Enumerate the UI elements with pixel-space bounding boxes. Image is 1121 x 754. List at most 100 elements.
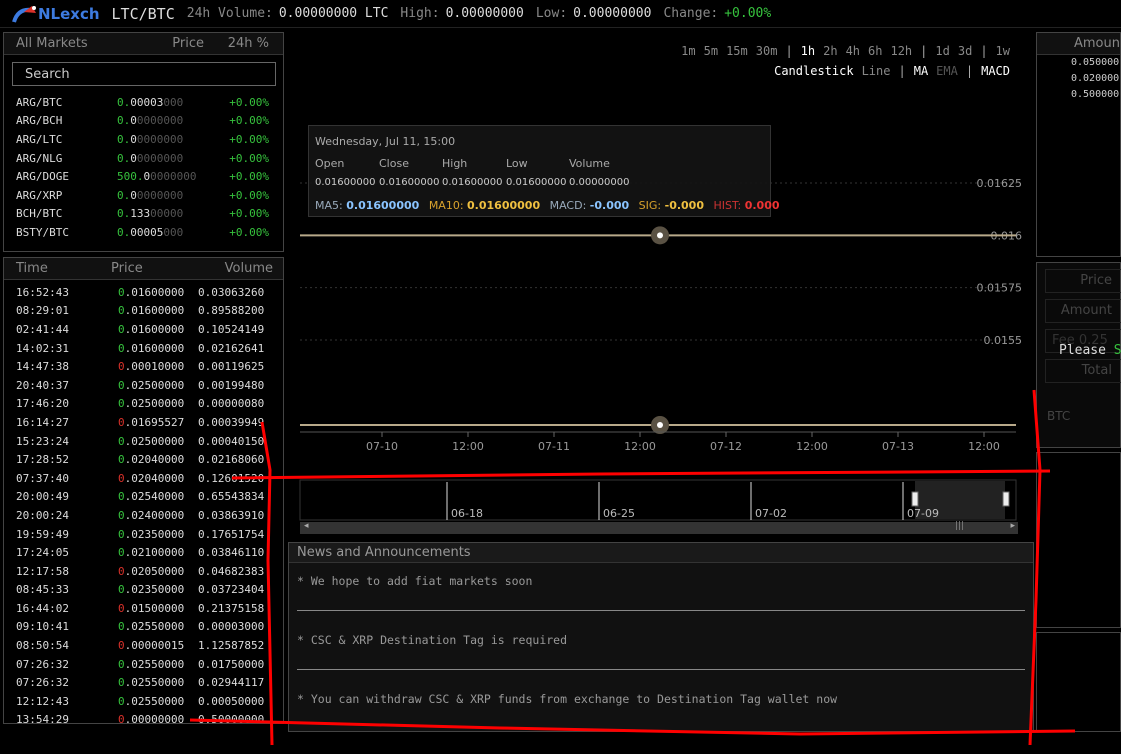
trade-row: 17:24:05 0.02100000 0.03846110	[4, 543, 283, 562]
low-value: 0.00000000	[573, 6, 652, 21]
scroll-right-icon[interactable]: ▸	[1010, 521, 1015, 531]
price-chart[interactable]: 0.01625 0.016 0.01575 0.0155 07-10 12:00 07-11…	[290, 32, 1030, 537]
trade-time: 02:41:44	[16, 322, 69, 336]
period-1h[interactable]: 1h	[801, 44, 815, 58]
y-tick-label: 0.01575	[977, 282, 1023, 295]
trade-price: 0.00000000	[118, 713, 185, 724]
indicator-dot	[657, 422, 663, 428]
trade-row: 12:12:43 0.02550000 0.00050000	[4, 692, 283, 711]
trade-time: 17:24:05	[16, 546, 69, 560]
x-tick-label: 12:00	[624, 440, 656, 453]
ma10-label: MA10:	[428, 199, 464, 212]
logo-icon	[12, 5, 36, 23]
low-label: Low:	[535, 6, 568, 21]
y-tick-label: 0.01625	[977, 177, 1023, 190]
period-2h[interactable]: 2h	[823, 44, 837, 58]
trade-row: 17:28:52 0.02040000 0.02168060	[4, 450, 283, 469]
trade-row: 19:59:49 0.02350000 0.17651754	[4, 525, 283, 544]
market-row[interactable]: ARG/BCH 0.00000000 +0.00%	[4, 112, 283, 131]
period-6h[interactable]: 6h	[868, 44, 882, 58]
logo[interactable]: NLexch	[10, 4, 100, 24]
x-tick-label: 07-12	[710, 440, 742, 453]
indicator-macd[interactable]: MACD	[981, 64, 1010, 78]
period-1m[interactable]: 1m	[681, 44, 695, 58]
trade-volume: 0.17651754	[198, 527, 265, 541]
trade-time: 08:45:33	[16, 583, 69, 597]
indicator-line[interactable]: Line	[862, 64, 891, 78]
divider	[297, 610, 1025, 611]
market-name: ARG/LTC	[16, 132, 63, 146]
x-tick-label: 07-11	[538, 440, 570, 453]
trade-volume: 0.50000000	[198, 713, 265, 724]
col-change[interactable]: 24h %	[204, 36, 283, 51]
market-price: 0.00005000	[117, 225, 184, 239]
navigator-tick-label: 07-09	[907, 507, 939, 520]
period-12h[interactable]: 12h	[890, 44, 912, 58]
market-row[interactable]: ARG/LTC 0.00000000 +0.00%	[4, 130, 283, 149]
trade-volume: 0.01750000	[198, 657, 265, 671]
market-row[interactable]: ARG/XRP 0.00000000 +0.00%	[4, 186, 283, 205]
indicator-ema[interactable]: EMA	[936, 64, 958, 78]
market-row[interactable]: ARG/NLG 0.00000000 +0.00%	[4, 149, 283, 168]
market-change: +0.00%	[229, 151, 269, 165]
trade-volume: 0.03846110	[198, 546, 265, 560]
scroll-left-icon[interactable]: ◂	[304, 521, 309, 531]
x-tick-label: 07-13	[882, 440, 914, 453]
tooltip-date: Wednesday, Jul 11, 15:00	[315, 135, 456, 148]
trade-time: 07:26:32	[16, 657, 69, 671]
trade-time: 12:17:58	[16, 564, 69, 578]
period-3d[interactable]: 3d	[958, 44, 972, 58]
ma5-value: 0.01600000	[346, 199, 420, 212]
indicator-candlestick[interactable]: Candlestick	[774, 64, 853, 78]
news-item[interactable]: * We hope to add fiat markets soon	[297, 563, 1025, 622]
scroll-thumb-grip-icon[interactable]: |||	[955, 521, 964, 531]
chart-scrollbar[interactable]: ◂ ||| ▸	[300, 521, 1018, 534]
news-item[interactable]: * CSC & XRP Destination Tag is required	[297, 622, 1025, 681]
navigator-handle-left	[911, 491, 919, 507]
orderbook-row[interactable]: 0.050000	[1037, 57, 1120, 73]
market-name: BCH/BTC	[16, 207, 63, 221]
amount-field[interactable]: Amount	[1045, 299, 1121, 323]
login-prompt: Please S	[1059, 343, 1121, 358]
tooltip-volume-label: Volume	[569, 157, 610, 170]
trade-volume: 0.02944117	[198, 676, 265, 690]
market-row[interactable]: ARG/BTC 0.00003000 +0.00%	[4, 93, 283, 112]
period-15m[interactable]: 15m	[726, 44, 748, 58]
trade-price: 0.02550000	[118, 694, 185, 708]
news-item[interactable]: * You can withdraw CSC & XRP funds from …	[297, 681, 1025, 740]
high-label: High:	[400, 6, 440, 21]
period-30m[interactable]: 30m	[756, 44, 778, 58]
period-4h[interactable]: 4h	[846, 44, 860, 58]
period-1d[interactable]: 1d	[935, 44, 949, 58]
market-row[interactable]: ARG/DOGE 500.00000000 +0.00%	[4, 167, 283, 186]
total-field[interactable]: Total	[1045, 359, 1121, 383]
orderbook-row[interactable]: 0.020000	[1037, 73, 1120, 89]
market-row[interactable]: BCH/BTC 0.13300000 +0.00%	[4, 205, 283, 224]
trade-price: 0.02040000	[118, 453, 185, 467]
trade-price: 0.02540000	[118, 490, 185, 504]
trade-row: 16:44:02 0.01500000 0.21375158	[4, 599, 283, 618]
chart-canvas[interactable]: 0.016250.0160.015750.015507-10 12:00 07-11…	[290, 32, 1030, 537]
col-price[interactable]: Price	[134, 36, 204, 51]
x-tick-label: 12:00	[796, 440, 828, 453]
trade-row: 17:46:20 0.02500000 0.00000080	[4, 395, 283, 414]
macd-value: -0.000	[589, 199, 630, 212]
tooltip-open: 0.01600000	[315, 177, 376, 188]
price-field[interactable]: Price	[1045, 269, 1121, 293]
search-input[interactable]: Search	[12, 62, 276, 86]
tooltip-close-label: Close	[379, 157, 409, 170]
tab-all-markets[interactable]: All Markets	[4, 36, 134, 51]
market-change: +0.00%	[229, 170, 269, 184]
tooltip-low: 0.01600000	[506, 177, 567, 188]
volume-value: 0.00000000 LTC	[278, 6, 389, 21]
orderbook-row[interactable]: 0.500000	[1037, 89, 1120, 105]
period-5m[interactable]: 5m	[704, 44, 718, 58]
change-label: Change:	[663, 6, 719, 21]
market-price: 0.00000000	[117, 132, 184, 146]
trade-time: 13:54:29	[16, 713, 69, 724]
trade-volume: 0.10524149	[198, 322, 265, 336]
indicator-ma[interactable]: MA	[914, 64, 928, 78]
market-row[interactable]: BSTY/BTC 0.00005000 +0.00%	[4, 223, 283, 242]
period-1w[interactable]: 1w	[996, 44, 1010, 58]
sign-in-link[interactable]: S	[1114, 343, 1121, 358]
